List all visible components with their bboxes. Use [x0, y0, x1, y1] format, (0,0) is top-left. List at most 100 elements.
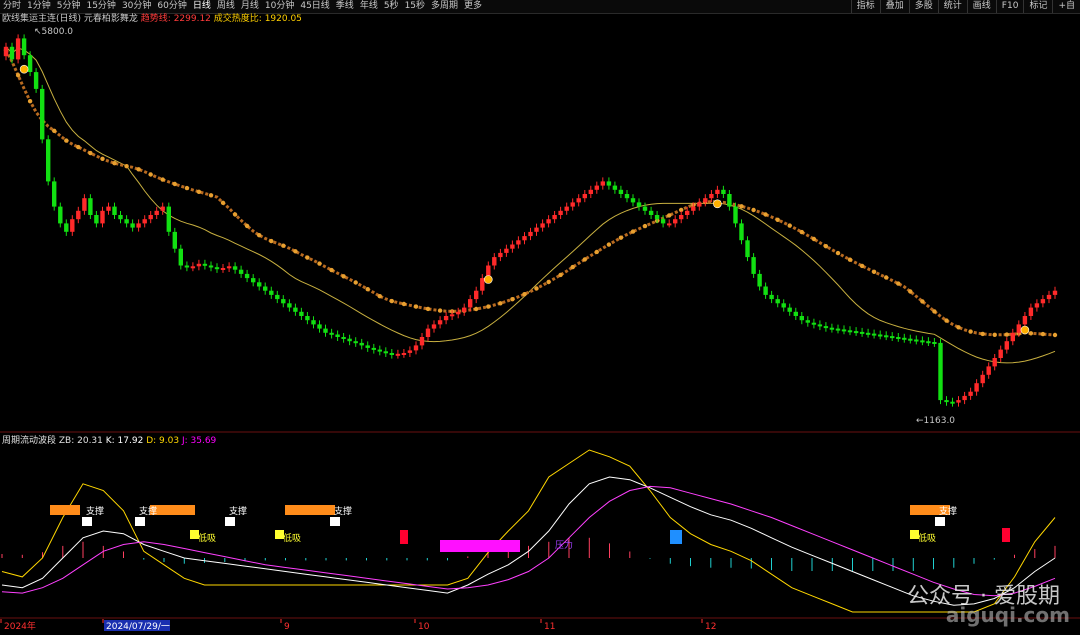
- candle-body: [425, 328, 431, 337]
- candle-body: [673, 219, 678, 224]
- candle-body: [251, 278, 256, 283]
- candle-body: [353, 341, 358, 344]
- candle-body: [1028, 307, 1034, 316]
- trend-ribbon-dot: [510, 297, 515, 302]
- candle-body: [178, 248, 183, 266]
- candle-body: [986, 366, 991, 375]
- candle-body: [347, 338, 352, 342]
- candle-body: [1004, 341, 1009, 350]
- candle-body: [679, 215, 684, 220]
- trend-ribbon-dot: [136, 167, 141, 172]
- candle-body: [70, 219, 75, 232]
- trend-ribbon-dot: [546, 279, 551, 285]
- trend-ribbon-dot: [293, 249, 298, 254]
- candle-body: [395, 353, 401, 356]
- trend-ribbon-dot: [15, 73, 21, 78]
- candle-body: [853, 331, 859, 334]
- trend-ribbon-dot: [196, 189, 202, 194]
- candle-body: [474, 290, 479, 300]
- trend-ribbon-dot: [570, 264, 575, 270]
- candle-body: [492, 257, 497, 266]
- candle-body: [94, 215, 99, 224]
- signal-coin-icon: [713, 199, 722, 209]
- trend-ribbon-dot: [534, 286, 539, 291]
- candle-body: [389, 353, 394, 355]
- candle-body: [359, 342, 364, 346]
- candle-body: [1052, 290, 1058, 295]
- candle-body: [805, 320, 810, 323]
- candle-body: [781, 303, 786, 308]
- sub-chart-info: 周期流动波段 ZB: 20.31 K: 17.92 D: 9.03 J: 35.…: [2, 436, 216, 447]
- candle-body: [715, 189, 720, 194]
- candle-body: [835, 328, 841, 331]
- trend-ribbon-dot: [859, 263, 865, 269]
- candle-body: [817, 324, 823, 327]
- candle-body: [305, 316, 310, 321]
- zb-value: ZB: 20.31: [58, 436, 103, 446]
- x-axis-label: 2024/07/29/一: [106, 622, 170, 632]
- trend-ribbon-dot: [992, 332, 997, 337]
- candle-body: [190, 266, 196, 269]
- high-price-label: ↖5800.0: [34, 27, 73, 37]
- trend-ribbon-dot: [413, 304, 419, 309]
- sub-indicator-title[interactable]: 周期流动波段: [2, 436, 56, 446]
- candle-body: [769, 294, 774, 300]
- candle-body: [636, 202, 642, 207]
- candle-body: [480, 278, 485, 291]
- candle-body: [383, 351, 388, 354]
- candle-body: [106, 206, 111, 211]
- candle-body: [335, 334, 340, 337]
- candle-body: [908, 338, 913, 341]
- candle-body: [220, 268, 226, 270]
- x-axis-label: 9: [284, 622, 290, 632]
- trend-ribbon-dot: [739, 204, 744, 209]
- candle-body: [751, 257, 756, 274]
- candle-body: [938, 342, 943, 401]
- candle-body: [166, 206, 171, 232]
- candle-body: [413, 345, 419, 351]
- candle-body: [287, 303, 292, 308]
- trend-ribbon-dot: [896, 281, 901, 286]
- candle-body: [733, 206, 738, 224]
- candle-body: [154, 210, 159, 215]
- trend-ribbon-dot: [763, 212, 768, 217]
- candle-body: [763, 286, 768, 295]
- candle-body: [974, 383, 979, 392]
- support-marker: [135, 517, 145, 526]
- candle-body: [630, 198, 636, 203]
- j-line: [1, 449, 1056, 613]
- support-marker: [330, 517, 340, 526]
- candle-body: [299, 311, 304, 316]
- candle-body: [884, 335, 889, 338]
- trend-ribbon-dot: [317, 261, 322, 266]
- candle-body: [1010, 332, 1015, 342]
- dip-buy-label: 低吸: [198, 532, 216, 544]
- candle-body: [1040, 299, 1046, 304]
- trend-ribbon-dot: [377, 294, 382, 299]
- candle-body: [504, 248, 509, 253]
- candle-body: [600, 181, 605, 186]
- candle-body: [124, 219, 129, 224]
- candle-body: [9, 46, 15, 60]
- candle-body: [878, 334, 883, 337]
- candle-body: [33, 72, 39, 89]
- trend-ribbon-dot: [208, 193, 214, 198]
- candle-body: [902, 337, 907, 340]
- candle-body: [419, 337, 425, 346]
- trend-ribbon-dot: [160, 177, 165, 182]
- candle-body: [208, 265, 214, 268]
- candle-body: [540, 223, 545, 228]
- candle-body: [926, 341, 931, 344]
- k-line: [1, 476, 1056, 606]
- candle-body: [594, 185, 599, 190]
- support-marker: [82, 517, 92, 526]
- candle-body: [64, 223, 69, 232]
- price-chart[interactable]: ↖5800.0 ←1163.0 支撑 支撑 支撑 支撑 支撑低吸 低吸 低吸压力 2024年 202…: [0, 0, 1080, 635]
- candle-body: [962, 395, 967, 401]
- dip-buy-label: 低吸: [283, 532, 301, 544]
- candle-body: [516, 240, 521, 245]
- trend-ribbon-dot: [76, 144, 81, 150]
- pressure-label: 压力: [555, 539, 573, 551]
- candle-body: [214, 267, 220, 270]
- candle-body: [196, 263, 202, 267]
